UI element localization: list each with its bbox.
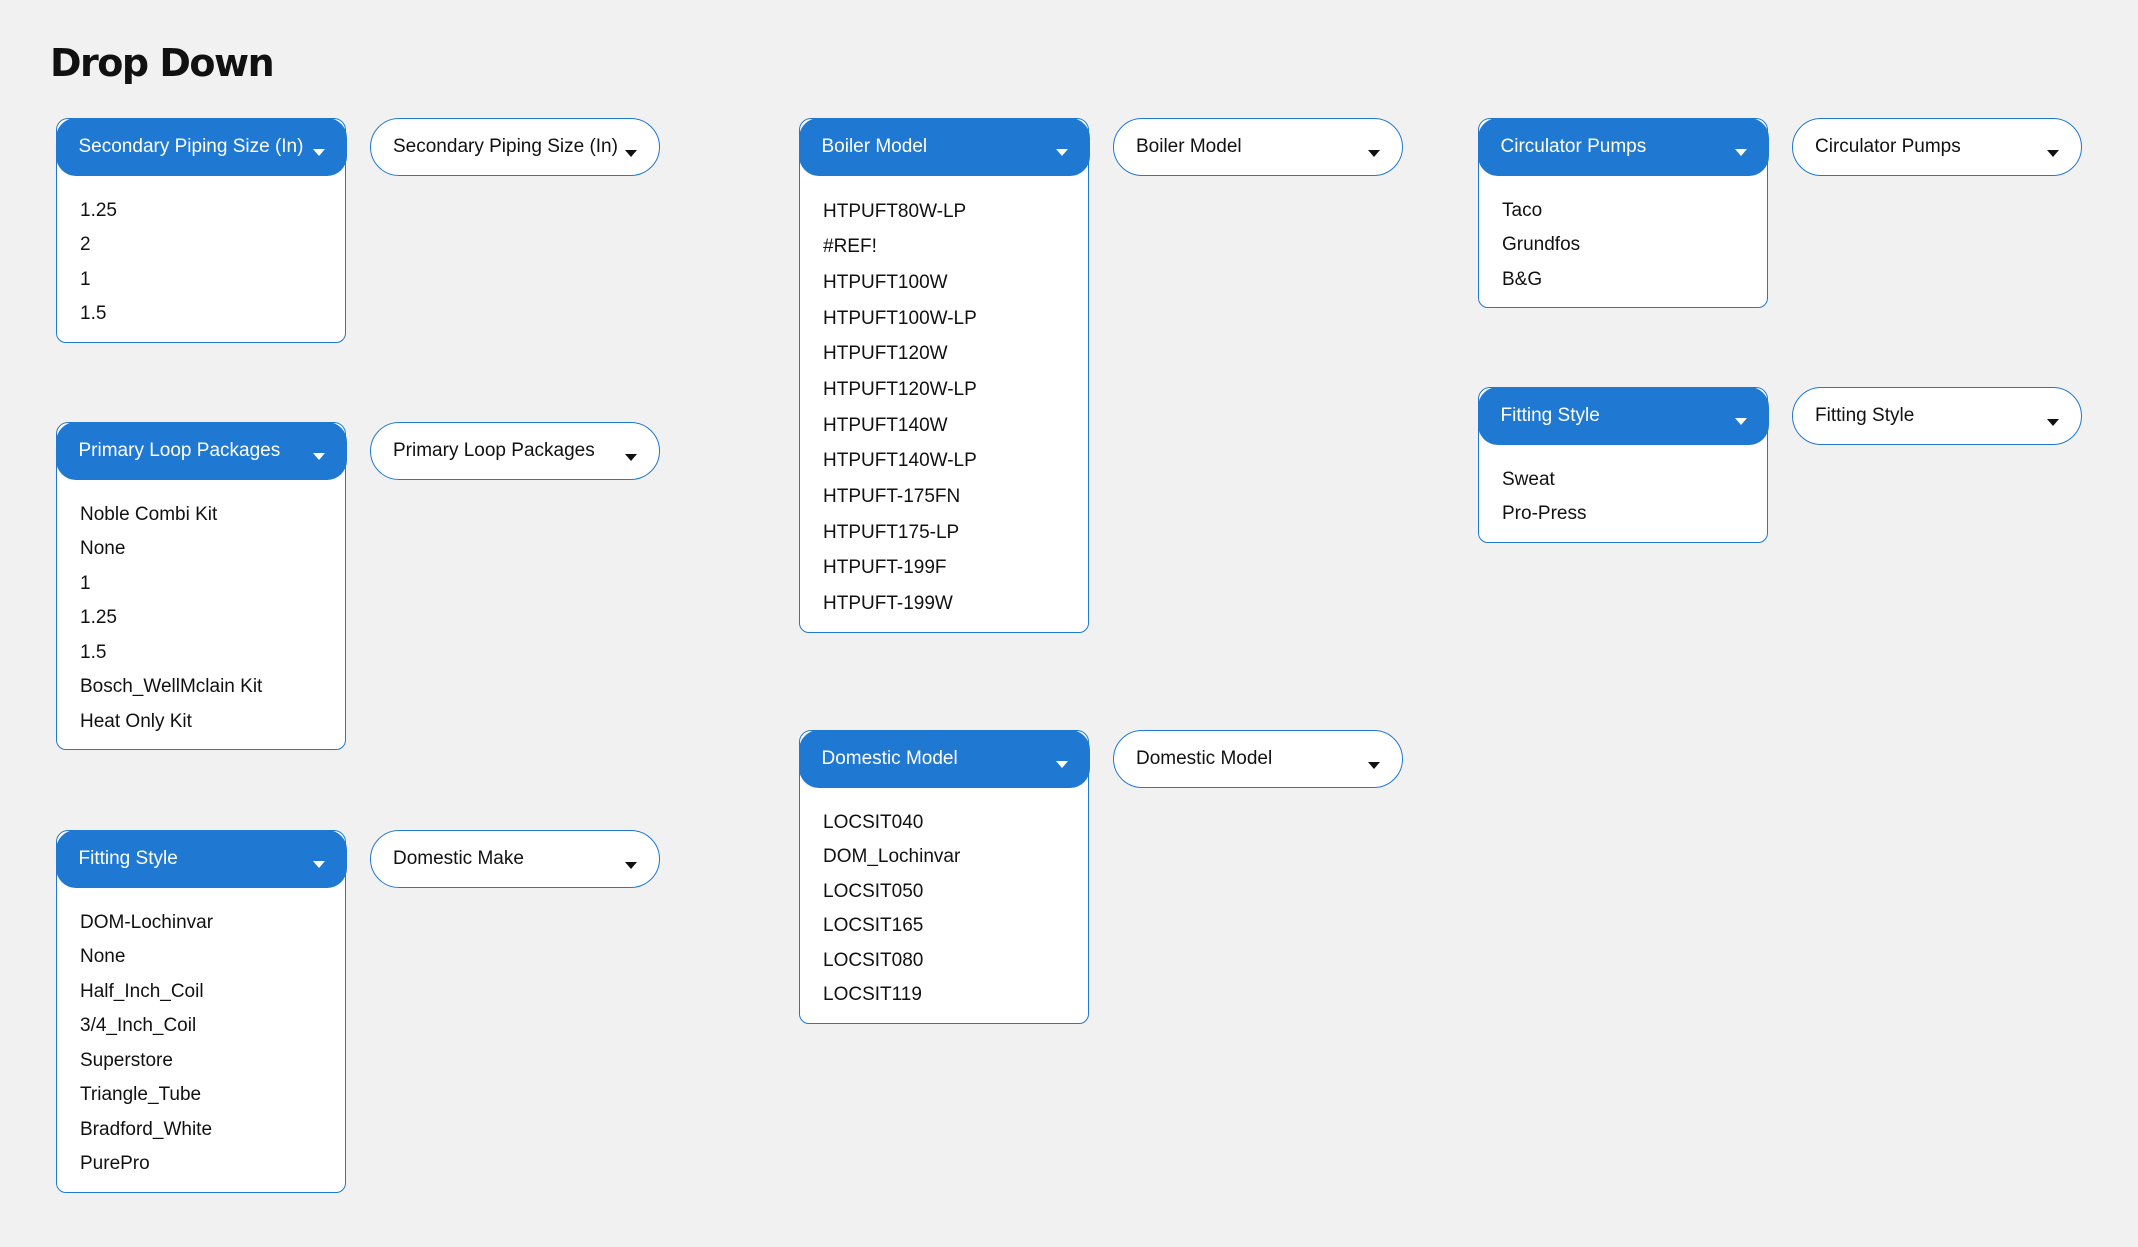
circulator-pumps-dropdown-open: Circulator Pumps Taco Grundfos B&G — [1477, 117, 1769, 308]
dropdown-label: Circulator Pumps — [1500, 135, 1647, 157]
page-title: Drop Down — [50, 41, 275, 85]
dropdown-option[interactable]: HTPUFT140W-LP — [800, 443, 1088, 479]
dropdown-option[interactable]: Taco — [1479, 194, 1767, 229]
dropdown-option[interactable]: Heat Only Kit — [57, 705, 345, 740]
boiler-model-dropdown-toggle[interactable]: Boiler Model — [798, 117, 1090, 176]
dropdown-option[interactable]: 1.5 — [57, 297, 345, 332]
dropdown-options: HTPUFT80W-LP #REF! HTPUFT100W HTPUFT100W-LP… — [800, 176, 1088, 632]
dropdown-option[interactable]: LOCSIT040 — [800, 806, 1088, 841]
dropdown-option[interactable]: #REF! — [800, 229, 1088, 265]
dropdown-options: Taco Grundfos B&G — [1479, 176, 1767, 308]
dropdown-option[interactable]: 1 — [57, 567, 345, 602]
dropdown-option[interactable]: 1 — [57, 263, 345, 298]
dropdown-option[interactable]: Grundfos — [1479, 228, 1767, 263]
dropdown-option[interactable]: HTPUFT-199F — [800, 550, 1088, 586]
dropdown-option[interactable]: LOCSIT080 — [800, 944, 1088, 979]
dropdown-options: DOM-Lochinvar None Half_Inch_Coil 3/4_Inch_… — [57, 888, 345, 1192]
dropdown-option[interactable]: Sweat — [1479, 463, 1767, 498]
dropdown-label: Boiler Model — [1136, 136, 1242, 157]
dropdown-option[interactable]: Noble Combi Kit — [57, 498, 345, 533]
caret-down-icon — [312, 149, 325, 156]
domestic-model-dropdown-open: Domestic Model LOCSIT040 DOM_Lochinvar LOC… — [798, 729, 1090, 1024]
dropdown-option[interactable]: 3/4_Inch_Coil — [57, 1009, 345, 1044]
dropdown-option[interactable]: HTPUFT-175FN — [800, 479, 1088, 515]
dropdown-label: Domestic Make — [393, 848, 524, 869]
dropdown-option[interactable]: HTPUFT100W-LP — [800, 301, 1088, 337]
circulator-pumps-dropdown[interactable]: Circulator Pumps — [1792, 118, 2082, 176]
dropdown-option[interactable]: PurePro — [57, 1147, 345, 1182]
dropdown-option[interactable]: HTPUFT80W-LP — [800, 194, 1088, 230]
caret-down-icon — [1368, 149, 1380, 157]
dropdown-option[interactable]: HTPUFT140W — [800, 408, 1088, 444]
dropdown-options: Sweat Pro-Press — [1479, 445, 1767, 542]
dropdown-option[interactable]: Half_Inch_Coil — [57, 975, 345, 1010]
primary-loop-packages-dropdown-toggle[interactable]: Primary Loop Packages — [55, 421, 347, 480]
dropdown-label: Domestic Model — [821, 747, 958, 769]
dropdown-option[interactable]: Bosch_WellMclain Kit — [57, 670, 345, 705]
caret-down-icon — [2047, 149, 2059, 157]
primary-loop-packages-dropdown[interactable]: Primary Loop Packages — [370, 422, 660, 480]
dropdown-option[interactable]: HTPUFT120W-LP — [800, 372, 1088, 408]
caret-down-icon — [1734, 149, 1747, 156]
dropdown-option[interactable]: DOM-Lochinvar — [57, 906, 345, 941]
fitting-style-right-dropdown-open: Fitting Style Sweat Pro-Press — [1477, 386, 1769, 543]
dropdown-option[interactable]: 2 — [57, 228, 345, 263]
dropdown-option[interactable]: LOCSIT119 — [800, 978, 1088, 1013]
caret-down-icon — [312, 453, 325, 460]
dropdown-label: Fitting Style — [78, 847, 178, 869]
caret-down-icon — [1368, 761, 1380, 769]
dropdown-option[interactable]: Triangle_Tube — [57, 1078, 345, 1113]
dropdown-option[interactable]: LOCSIT050 — [800, 875, 1088, 910]
dropdown-label: Fitting Style — [1815, 405, 1915, 426]
domestic-model-dropdown[interactable]: Domestic Model — [1113, 730, 1403, 788]
dropdown-label: Primary Loop Packages — [78, 439, 281, 461]
fitting-style-dropdown-toggle[interactable]: Fitting Style — [55, 829, 347, 888]
domestic-make-dropdown[interactable]: Domestic Make — [370, 830, 660, 888]
dropdown-label: Domestic Model — [1136, 748, 1273, 769]
dropdown-option[interactable]: HTPUFT100W — [800, 265, 1088, 301]
dropdown-option[interactable]: Bradford_White — [57, 1113, 345, 1148]
fitting-style-dropdown-open: Fitting Style DOM-Lochinvar None Half_Inch… — [55, 829, 347, 1193]
caret-down-icon — [2047, 418, 2059, 426]
dropdown-label: Fitting Style — [1500, 404, 1600, 426]
fitting-style-right-dropdown-toggle[interactable]: Fitting Style — [1477, 386, 1769, 445]
dropdown-label: Primary Loop Packages — [393, 440, 595, 461]
dropdown-option[interactable]: 1.5 — [57, 636, 345, 671]
caret-down-icon — [312, 861, 325, 868]
dropdown-option[interactable]: HTPUFT175-LP — [800, 515, 1088, 551]
dropdown-label: Secondary Piping Size (In) — [393, 136, 618, 157]
dropdown-option[interactable]: B&G — [1479, 263, 1767, 298]
dropdown-option[interactable]: 1.25 — [57, 601, 345, 636]
dropdown-options: Noble Combi Kit None 1 1.25 1.5 Bosch_WellMcl… — [57, 480, 345, 750]
caret-down-icon — [1734, 418, 1747, 425]
secondary-piping-size-dropdown-toggle[interactable]: Secondary Piping Size (In) — [55, 117, 347, 176]
dropdown-label: Boiler Model — [821, 135, 928, 157]
primary-loop-packages-dropdown-open: Primary Loop Packages Noble Combi Kit Non… — [55, 421, 347, 750]
dropdown-option[interactable]: HTPUFT-199W — [800, 586, 1088, 622]
secondary-piping-size-dropdown-open: Secondary Piping Size (In) 1.25 2 1 1.5 — [55, 117, 347, 343]
caret-down-icon — [1055, 149, 1068, 156]
boiler-model-dropdown-open: Boiler Model HTPUFT80W-LP #REF! HTPUFT100W… — [798, 117, 1090, 633]
dropdown-options: 1.25 2 1 1.5 — [57, 176, 345, 342]
dropdown-options: LOCSIT040 DOM_Lochinvar LOCSIT050 LOCSIT165… — [800, 788, 1088, 1023]
dropdown-option[interactable]: None — [57, 940, 345, 975]
boiler-model-dropdown[interactable]: Boiler Model — [1113, 118, 1403, 176]
domestic-model-dropdown-toggle[interactable]: Domestic Model — [798, 729, 1090, 788]
fitting-style-dropdown[interactable]: Fitting Style — [1792, 387, 2082, 445]
circulator-pumps-dropdown-toggle[interactable]: Circulator Pumps — [1477, 117, 1769, 176]
caret-down-icon — [1055, 761, 1068, 768]
caret-down-icon — [625, 149, 637, 157]
dropdown-label: Secondary Piping Size (In) — [78, 135, 304, 157]
dropdown-option[interactable]: None — [57, 532, 345, 567]
caret-down-icon — [625, 861, 637, 869]
dropdown-label: Circulator Pumps — [1815, 136, 1961, 157]
secondary-piping-size-dropdown[interactable]: Secondary Piping Size (In) — [370, 118, 660, 176]
dropdown-option[interactable]: LOCSIT165 — [800, 909, 1088, 944]
dropdown-option[interactable]: Pro-Press — [1479, 497, 1767, 532]
dropdown-option[interactable]: 1.25 — [57, 194, 345, 229]
dropdown-option[interactable]: HTPUFT120W — [800, 336, 1088, 372]
dropdown-option[interactable]: DOM_Lochinvar — [800, 840, 1088, 875]
dropdown-option[interactable]: Superstore — [57, 1044, 345, 1079]
caret-down-icon — [625, 453, 637, 461]
